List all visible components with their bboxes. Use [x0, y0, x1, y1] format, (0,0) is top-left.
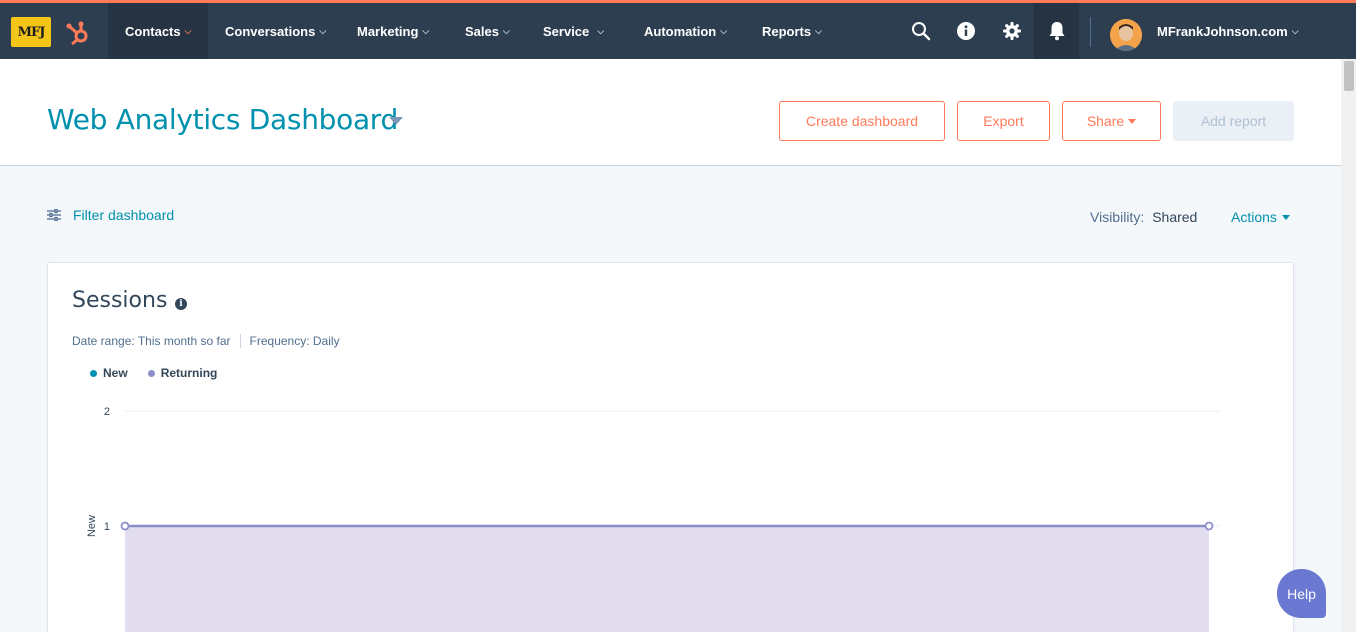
data-point: [120, 521, 130, 531]
page-scrollbar[interactable]: [1341, 59, 1356, 632]
legend-item-new[interactable]: New: [90, 366, 128, 380]
visibility-value: Shared: [1152, 209, 1198, 225]
report-meta: Date range: This month so far Frequency:…: [72, 334, 340, 348]
filter-label: Filter dashboard: [73, 207, 175, 223]
data-point: [1204, 521, 1214, 531]
legend-label: Returning: [160, 366, 218, 380]
caret-down-icon[interactable]: [389, 117, 403, 125]
chevron-down-icon: ⌵: [502, 25, 510, 36]
chevron-down-icon: ⌵: [184, 25, 192, 36]
nav-label: Sales: [465, 23, 499, 39]
chevron-down-icon: ⌵: [1291, 25, 1299, 36]
nav-label: Automation: [644, 23, 717, 39]
chevron-down-icon: ⌵: [422, 25, 430, 36]
legend-item-returning[interactable]: Returning: [147, 366, 218, 380]
area-returning: [125, 526, 1209, 632]
nav-divider: [1090, 17, 1091, 47]
button-label: Export: [983, 113, 1024, 129]
date-range: Date range: This month so far: [72, 334, 231, 348]
legend-dot: [90, 369, 97, 377]
chevron-down-icon: ⌵: [815, 25, 822, 36]
actions-label: Actions: [1231, 209, 1277, 225]
nav-sales[interactable]: Sales ⌵: [465, 3, 510, 59]
legend-dot: [147, 369, 155, 377]
gear-icon[interactable]: [1002, 21, 1022, 41]
button-label: Share: [1086, 113, 1125, 129]
info-icon[interactable]: i: [175, 298, 187, 310]
account-name: MFrankJohnson.com: [1157, 23, 1288, 39]
nav-automation[interactable]: Automation ⌵: [644, 3, 727, 59]
nav-conversations[interactable]: Conversations ⌵: [225, 3, 326, 59]
user-photo: [1110, 19, 1142, 51]
nav-service[interactable]: Service ⌵: [543, 3, 604, 59]
help-button[interactable]: Help: [1277, 569, 1326, 618]
brand-logo[interactable]: MFJ: [11, 17, 51, 47]
visibility-label: Visibility:: [1090, 209, 1145, 225]
top-nav: MFJ Contacts ⌵ Conversations ⌵ Marketing ⌵ …: [0, 0, 1356, 59]
nav-contacts[interactable]: Contacts ⌵: [108, 3, 208, 59]
page-title[interactable]: Web Analytics Dashboard: [47, 103, 398, 136]
y-axis-label: New: [86, 515, 98, 537]
visibility-status: Visibility: Shared: [1090, 209, 1197, 225]
nav-label: Service: [543, 23, 590, 39]
chevron-down-icon: ⌵: [319, 25, 327, 36]
report-title: Sessions: [72, 288, 168, 313]
nav-marketing[interactable]: Marketing ⌵: [357, 3, 429, 59]
caret-down-icon: [1281, 214, 1290, 220]
button-label: Create dashboard: [805, 113, 919, 129]
sessions-chart: 2 1 New: [86, 406, 1220, 632]
nav-reports[interactable]: Reports ⌵: [762, 3, 822, 59]
page-header: Web Analytics Dashboard Create dashboard…: [0, 59, 1341, 166]
nav-label: Marketing: [357, 23, 419, 39]
logo-text: MFJ: [17, 24, 46, 40]
search-icon[interactable]: [911, 21, 931, 41]
bell-icon: [1049, 22, 1064, 41]
button-label: Add report: [1200, 113, 1267, 129]
y-tick-label: 2: [104, 406, 110, 418]
scrollbar-thumb[interactable]: [1344, 61, 1354, 91]
meta-divider: [239, 334, 241, 348]
account-menu[interactable]: MFrankJohnson.com ⌵: [1157, 3, 1299, 59]
export-button[interactable]: Export: [957, 101, 1050, 141]
y-tick-label: 1: [104, 521, 110, 533]
nav-label: Reports: [762, 23, 812, 39]
help-label: Help: [1287, 585, 1316, 602]
filter-dashboard-link[interactable]: Filter dashboard: [47, 207, 174, 223]
nav-label: Contacts: [125, 23, 181, 39]
notifications-button[interactable]: [1034, 3, 1079, 59]
legend-label: New: [103, 366, 128, 380]
share-button[interactable]: Share: [1062, 101, 1161, 141]
chevron-down-icon: ⌵: [720, 25, 728, 36]
chevron-down-icon: ⌵: [597, 25, 605, 36]
add-report-button[interactable]: Add report: [1173, 101, 1294, 141]
nav-label: Conversations: [225, 23, 316, 39]
caret-down-icon: [1128, 118, 1137, 124]
hubspot-sprocket-icon[interactable]: [64, 19, 92, 47]
create-dashboard-button[interactable]: Create dashboard: [779, 101, 945, 141]
frequency: Frequency: Daily: [249, 334, 340, 348]
actions-dropdown[interactable]: Actions: [1231, 209, 1290, 225]
chart-legend: New Returning: [90, 366, 237, 380]
avatar[interactable]: [1110, 19, 1142, 51]
info-icon[interactable]: [956, 21, 976, 41]
sliders-icon: [47, 209, 61, 221]
